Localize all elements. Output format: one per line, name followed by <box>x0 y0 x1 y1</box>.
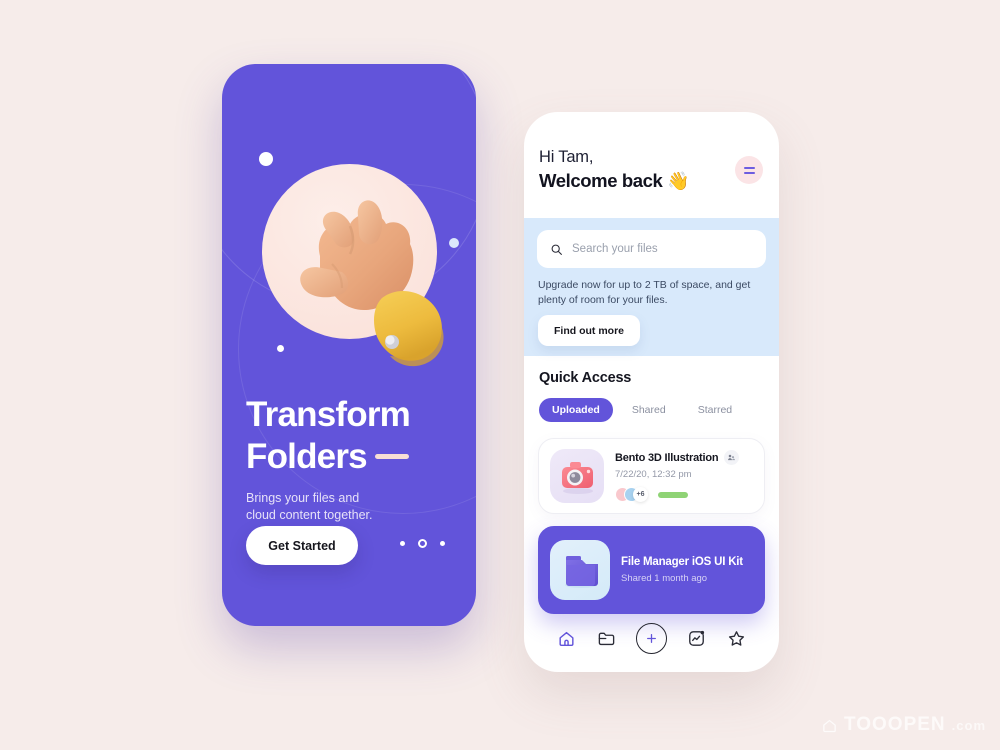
greeting-name: Hi Tam, <box>539 148 594 166</box>
welcome-text: Welcome back <box>539 170 663 191</box>
activity-icon[interactable] <box>685 628 707 650</box>
star-icon[interactable] <box>726 628 748 650</box>
promo-text-line-2: plenty of room for your files. <box>538 294 668 306</box>
get-started-button[interactable]: Get Started <box>246 526 358 565</box>
onboarding-pagination[interactable] <box>400 539 445 548</box>
file-timestamp: 7/22/20, 12:32 pm <box>615 469 692 480</box>
file-title: File Manager iOS UI Kit <box>621 556 743 568</box>
subcopy-line-2: cloud content together. <box>246 508 373 522</box>
watermark: TOOOPEN .com <box>821 714 986 736</box>
hamburger-icon[interactable] <box>735 156 763 184</box>
pagination-dot-2-current[interactable] <box>418 539 427 548</box>
file-card-bento[interactable]: Bento 3D Illustration 7/22/20, 12:32 pm <box>538 438 765 514</box>
onboarding-headline: Transform Folders <box>246 394 456 478</box>
plus-circle-icon[interactable] <box>635 623 667 654</box>
headline-line-2: Folders <box>246 436 456 478</box>
onboarding-subcopy: Brings your files and cloud content toge… <box>246 490 456 524</box>
file-progress-bar <box>658 491 688 498</box>
file-card-file-manager[interactable]: File Manager iOS UI Kit Shared 1 month a… <box>538 526 765 614</box>
hamburger-line-2 <box>743 171 755 174</box>
app-home-screen: Hi Tam, Welcome back 👋 Search your files… <box>524 112 779 672</box>
search-icon <box>551 244 562 255</box>
search-placeholder: Search your files <box>572 243 658 255</box>
avatar-overflow-count: +6 <box>633 487 648 502</box>
watermark-logo-icon <box>823 719 836 732</box>
upgrade-promo-banner: Search your files Upgrade now for up to … <box>524 218 779 356</box>
file-card-body: Bento 3D Illustration 7/22/20, 12:32 pm <box>615 450 753 502</box>
hamburger-line-1 <box>743 166 755 169</box>
file-shared-info: Shared 1 month ago <box>621 573 708 584</box>
home-icon[interactable] <box>555 628 577 650</box>
greeting-welcome: Welcome back 👋 <box>539 170 690 192</box>
greeting-block: Hi Tam, Welcome back 👋 <box>539 148 690 192</box>
subcopy-line-1: Brings your files and <box>246 491 360 505</box>
promo-text-line-1: Upgrade now for up to 2 TB of space, and… <box>538 279 751 291</box>
camera-3d-icon <box>550 449 604 503</box>
collaborator-avatars[interactable]: +6 <box>615 487 648 502</box>
tab-shared[interactable]: Shared <box>619 398 679 422</box>
file-title: Bento 3D Illustration <box>615 451 719 464</box>
quick-access-tabs: Uploaded Shared Starred <box>539 398 745 422</box>
search-input[interactable]: Search your files <box>537 230 766 268</box>
pagination-dot-3[interactable] <box>440 541 445 546</box>
find-out-more-button[interactable]: Find out more <box>538 315 640 346</box>
pagination-dot-1[interactable] <box>400 541 405 546</box>
headline-line-1: Transform <box>246 395 411 434</box>
file-card-body: File Manager iOS UI Kit Shared 1 month a… <box>621 556 753 584</box>
bottom-navigation-bar <box>524 623 779 654</box>
waving-hand-icon: 👋 <box>667 170 690 191</box>
file-title-row: Bento 3D Illustration <box>615 450 753 465</box>
onboarding-copy: Transform Folders Brings your files and … <box>246 394 456 524</box>
tab-starred[interactable]: Starred <box>685 398 745 422</box>
share-people-icon[interactable] <box>724 450 740 465</box>
headline-accent-bar <box>374 454 409 460</box>
tab-uploaded[interactable]: Uploaded <box>539 398 613 422</box>
screenshot-canvas: Transform Folders Brings your files and … <box>0 0 1000 750</box>
watermark-brand: TOOOPEN <box>843 714 946 735</box>
onboarding-screen: Transform Folders Brings your files and … <box>222 64 476 626</box>
file-meta-row: +6 <box>615 487 753 502</box>
folder-3d-icon <box>550 540 610 600</box>
folder-icon[interactable] <box>596 628 618 650</box>
promo-text: Upgrade now for up to 2 TB of space, and… <box>538 278 752 308</box>
hand-3d-icon <box>262 160 462 370</box>
quick-access-title: Quick Access <box>539 370 632 386</box>
watermark-domain: .com <box>951 717 986 733</box>
